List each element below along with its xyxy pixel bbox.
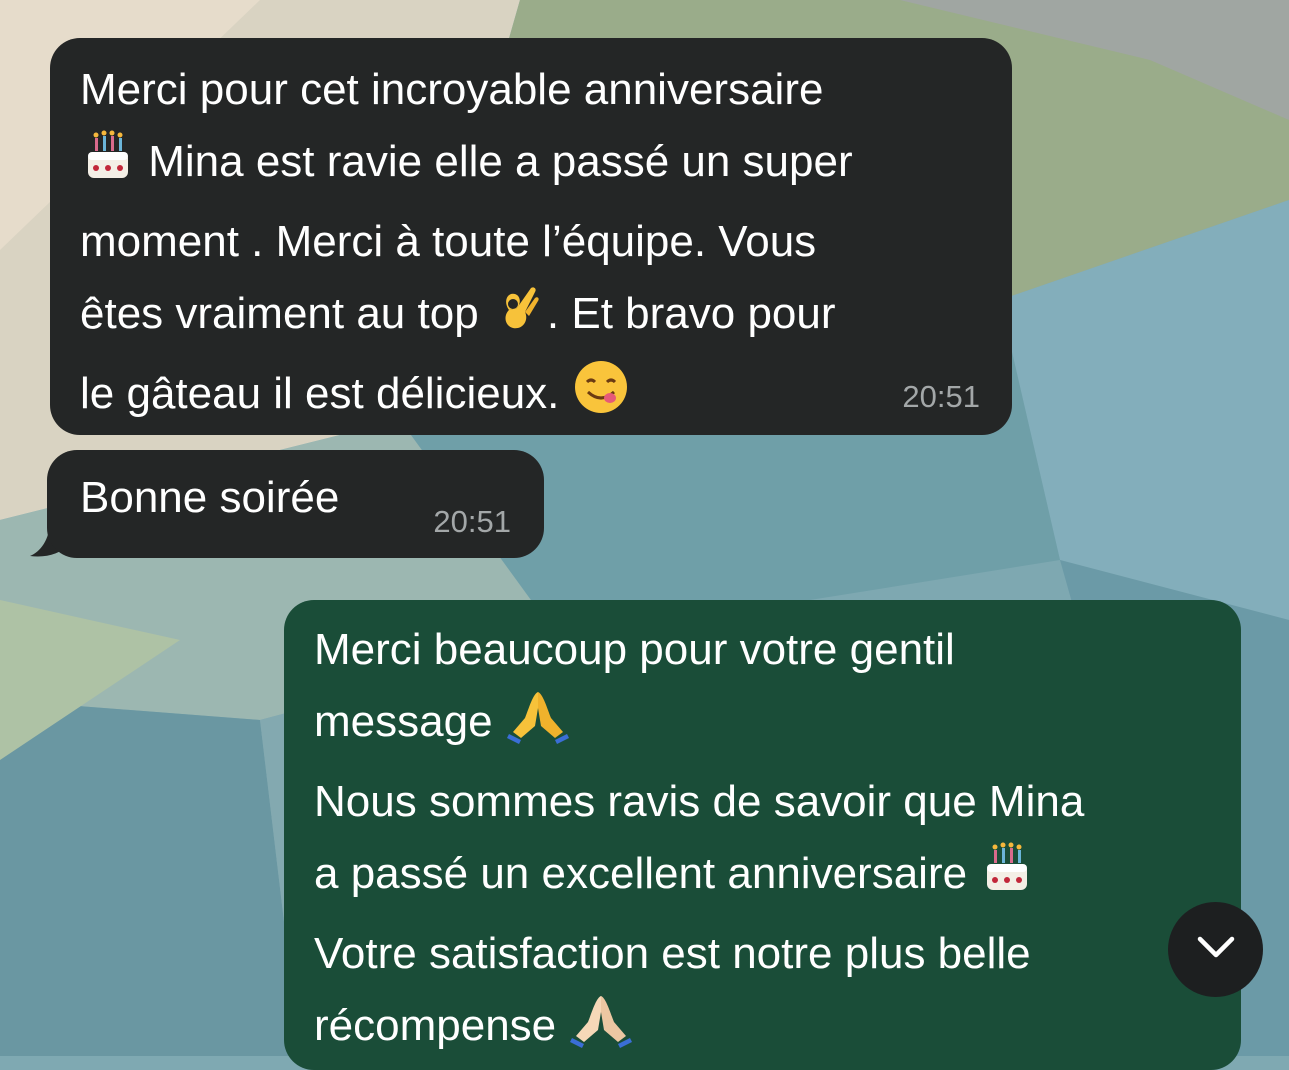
folded-hands-emoji-icon <box>568 992 634 1070</box>
message-text: Bonne soirée <box>80 473 340 522</box>
incoming-message-bubble[interactable]: Merci pour cet incroyable anniversaire M… <box>50 38 1012 435</box>
message-timestamp: 20:51 <box>902 379 980 414</box>
message-timestamp: 20:51 <box>433 504 511 539</box>
incoming-message-bubble[interactable]: Bonne soirée 20:51 <box>47 450 544 558</box>
scroll-to-bottom-button[interactable] <box>1168 902 1263 997</box>
outgoing-message-bubble[interactable]: Merci beaucoup pour votre gentil message… <box>284 600 1241 1070</box>
yum-face-emoji-icon <box>572 358 630 438</box>
cake-emoji-icon <box>80 128 136 206</box>
chevron-down-icon <box>1196 935 1236 964</box>
message-text: Merci pour cet incroyable anniversaire M… <box>80 54 984 438</box>
ok-hand-emoji-icon <box>491 280 547 358</box>
folded-hands-emoji-icon <box>505 688 571 766</box>
message-text: Merci beaucoup pour votre gentil message… <box>314 614 1213 1070</box>
cake-emoji-icon <box>979 840 1035 918</box>
